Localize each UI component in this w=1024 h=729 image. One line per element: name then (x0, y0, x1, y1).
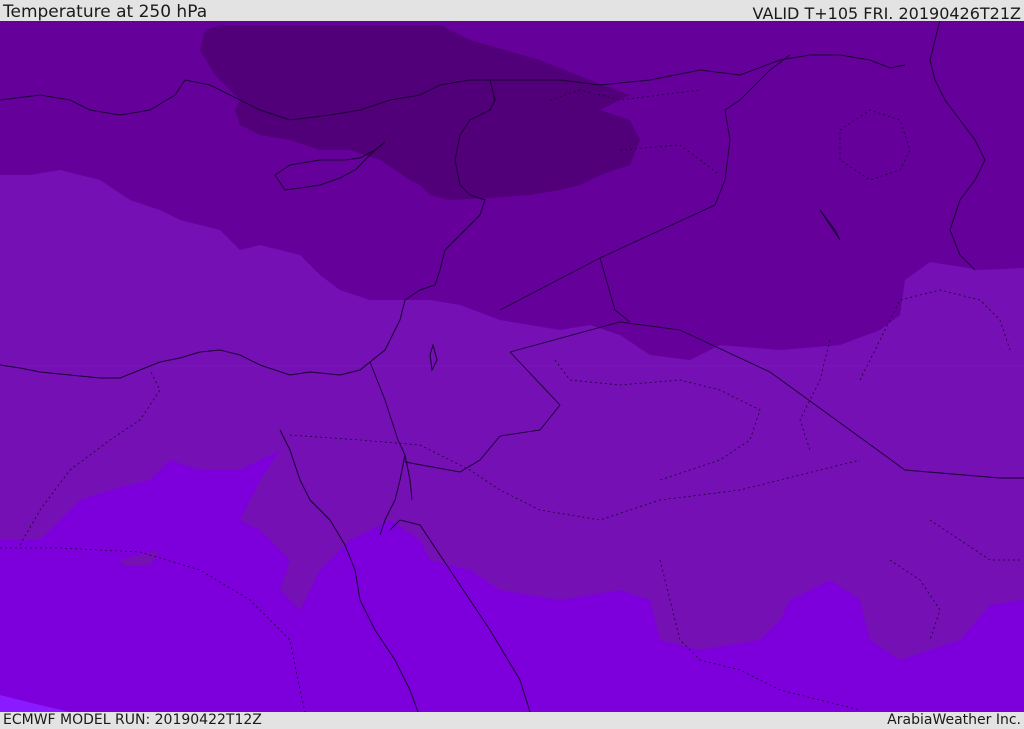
temperature-map[interactable] (0, 21, 1024, 712)
map-canvas (0, 21, 1024, 712)
credit: ArabiaWeather Inc. (887, 712, 1021, 728)
header-bar: Temperature at 250 hPa VALID T+105 FRI. … (0, 0, 1024, 23)
model-run: ECMWF MODEL RUN: 20190422T12Z (3, 712, 262, 728)
map-title: Temperature at 250 hPa (3, 2, 208, 22)
footer-bar: ECMWF MODEL RUN: 20190422T12Z ArabiaWeat… (0, 712, 1024, 729)
